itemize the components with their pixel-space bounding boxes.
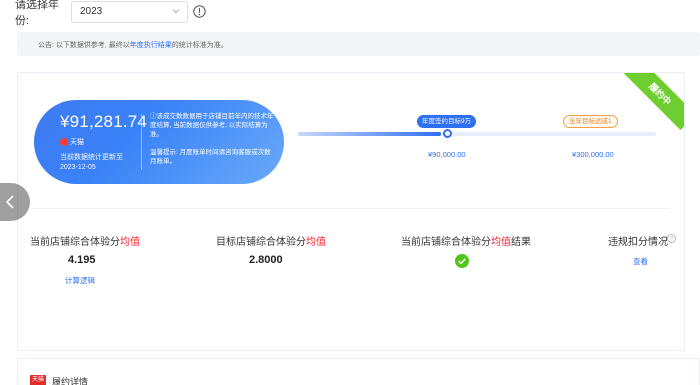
brand-tag: 天猫 [60,137,84,147]
notice-suffix: 的统计标准为准。 [171,42,228,49]
chevron-left-icon [5,195,14,209]
update-date: 2023-12-05 [60,164,96,171]
stat-target-score-red: 均值 [306,237,326,248]
annual-target-tag: 全年目标达成1 [563,115,618,128]
notice-prefix: 公告: 以下数据供参考, 最终以 [38,42,130,49]
page: 请选择年份: 2023 公告: 以下数据供参考, 最终以年度执行结果的统计标准为… [0,0,700,385]
detail-title: 履约详情 [52,377,89,385]
year-select[interactable]: 2023 [71,1,188,23]
amount-value: ¥91,281.74 [60,112,148,131]
stat-target-score-value: 2.8000 [249,254,283,266]
year-filter-row: 请选择年份: 2023 [15,0,188,27]
success-check-icon [455,254,469,268]
stat-current-score-label: 当前店铺综合体验分均值 [30,233,140,248]
progress-fill [298,132,442,136]
current-target-tag: 年度签约目标9万 [417,115,477,128]
stat-current-score-red: 均值 [120,237,140,248]
tmall-icon [60,138,68,146]
detail-panel: 天猫 履约详情 [17,358,700,385]
update-info: 当前数据统计更新至 2023-12-05 [60,153,123,173]
chevron-down-icon [172,9,180,14]
view-violations-link[interactable]: 查看 [633,256,648,267]
stat-violation-label: 违规扣分情况 [608,237,668,248]
stat-result-suffix: 结果 [511,237,531,248]
annual-target-value: ¥300,000.00 [572,150,614,159]
tmall-badge: 天猫 [30,375,46,385]
brand-label: 天猫 [70,139,84,146]
year-select-value: 2023 [80,6,103,17]
update-label: 当前数据统计更新至 [60,154,123,161]
calc-logic-link[interactable]: 计算逻辑 [65,275,95,286]
section-divider [30,208,670,209]
progress-knob [443,129,452,138]
notice-bar: 公告: 以下数据供参考, 最终以年度执行结果的统计标准为准。 [17,32,700,56]
amount-card: ¥91,281.74 天猫 当前数据统计更新至 2023-12-05 ⓘ该成交数… [34,100,284,184]
stat-target-score-text: 目标店铺综合体验分 [216,237,306,248]
info-icon[interactable] [193,5,206,18]
stat-target-score-label: 目标店铺综合体验分均值 [216,233,326,248]
notice-highlight: 年度执行结果 [129,42,172,49]
status-ribbon: 履约中 [623,73,684,131]
card-tip: 温馨提示: 月度账单时间请咨询客服或次数月账单。 [150,149,271,165]
stat-current-score-value: 4.195 [68,254,96,266]
stat-result-red: 均值 [491,237,511,248]
card-divider [141,114,142,170]
performance-panel: 履约中 ¥91,281.74 天猫 当前数据统计更新至 2023-12-05 ⓘ… [17,72,685,351]
year-label: 请选择年份: [15,0,59,27]
current-target-value: ¥90,000.00 [428,150,466,159]
progress-track [298,132,656,136]
stat-current-score-text: 当前店铺综合体验分 [30,237,120,248]
card-description: ⓘ该成交数数据用于店铺目前年内的技术年度结算, 当前数据仅供参考, 以实际结算为… [150,113,274,138]
stat-result-label: 当前店铺综合体验分均值结果 [401,233,531,248]
question-icon[interactable]: ? [667,234,676,243]
stat-result-text: 当前店铺综合体验分 [401,237,491,248]
